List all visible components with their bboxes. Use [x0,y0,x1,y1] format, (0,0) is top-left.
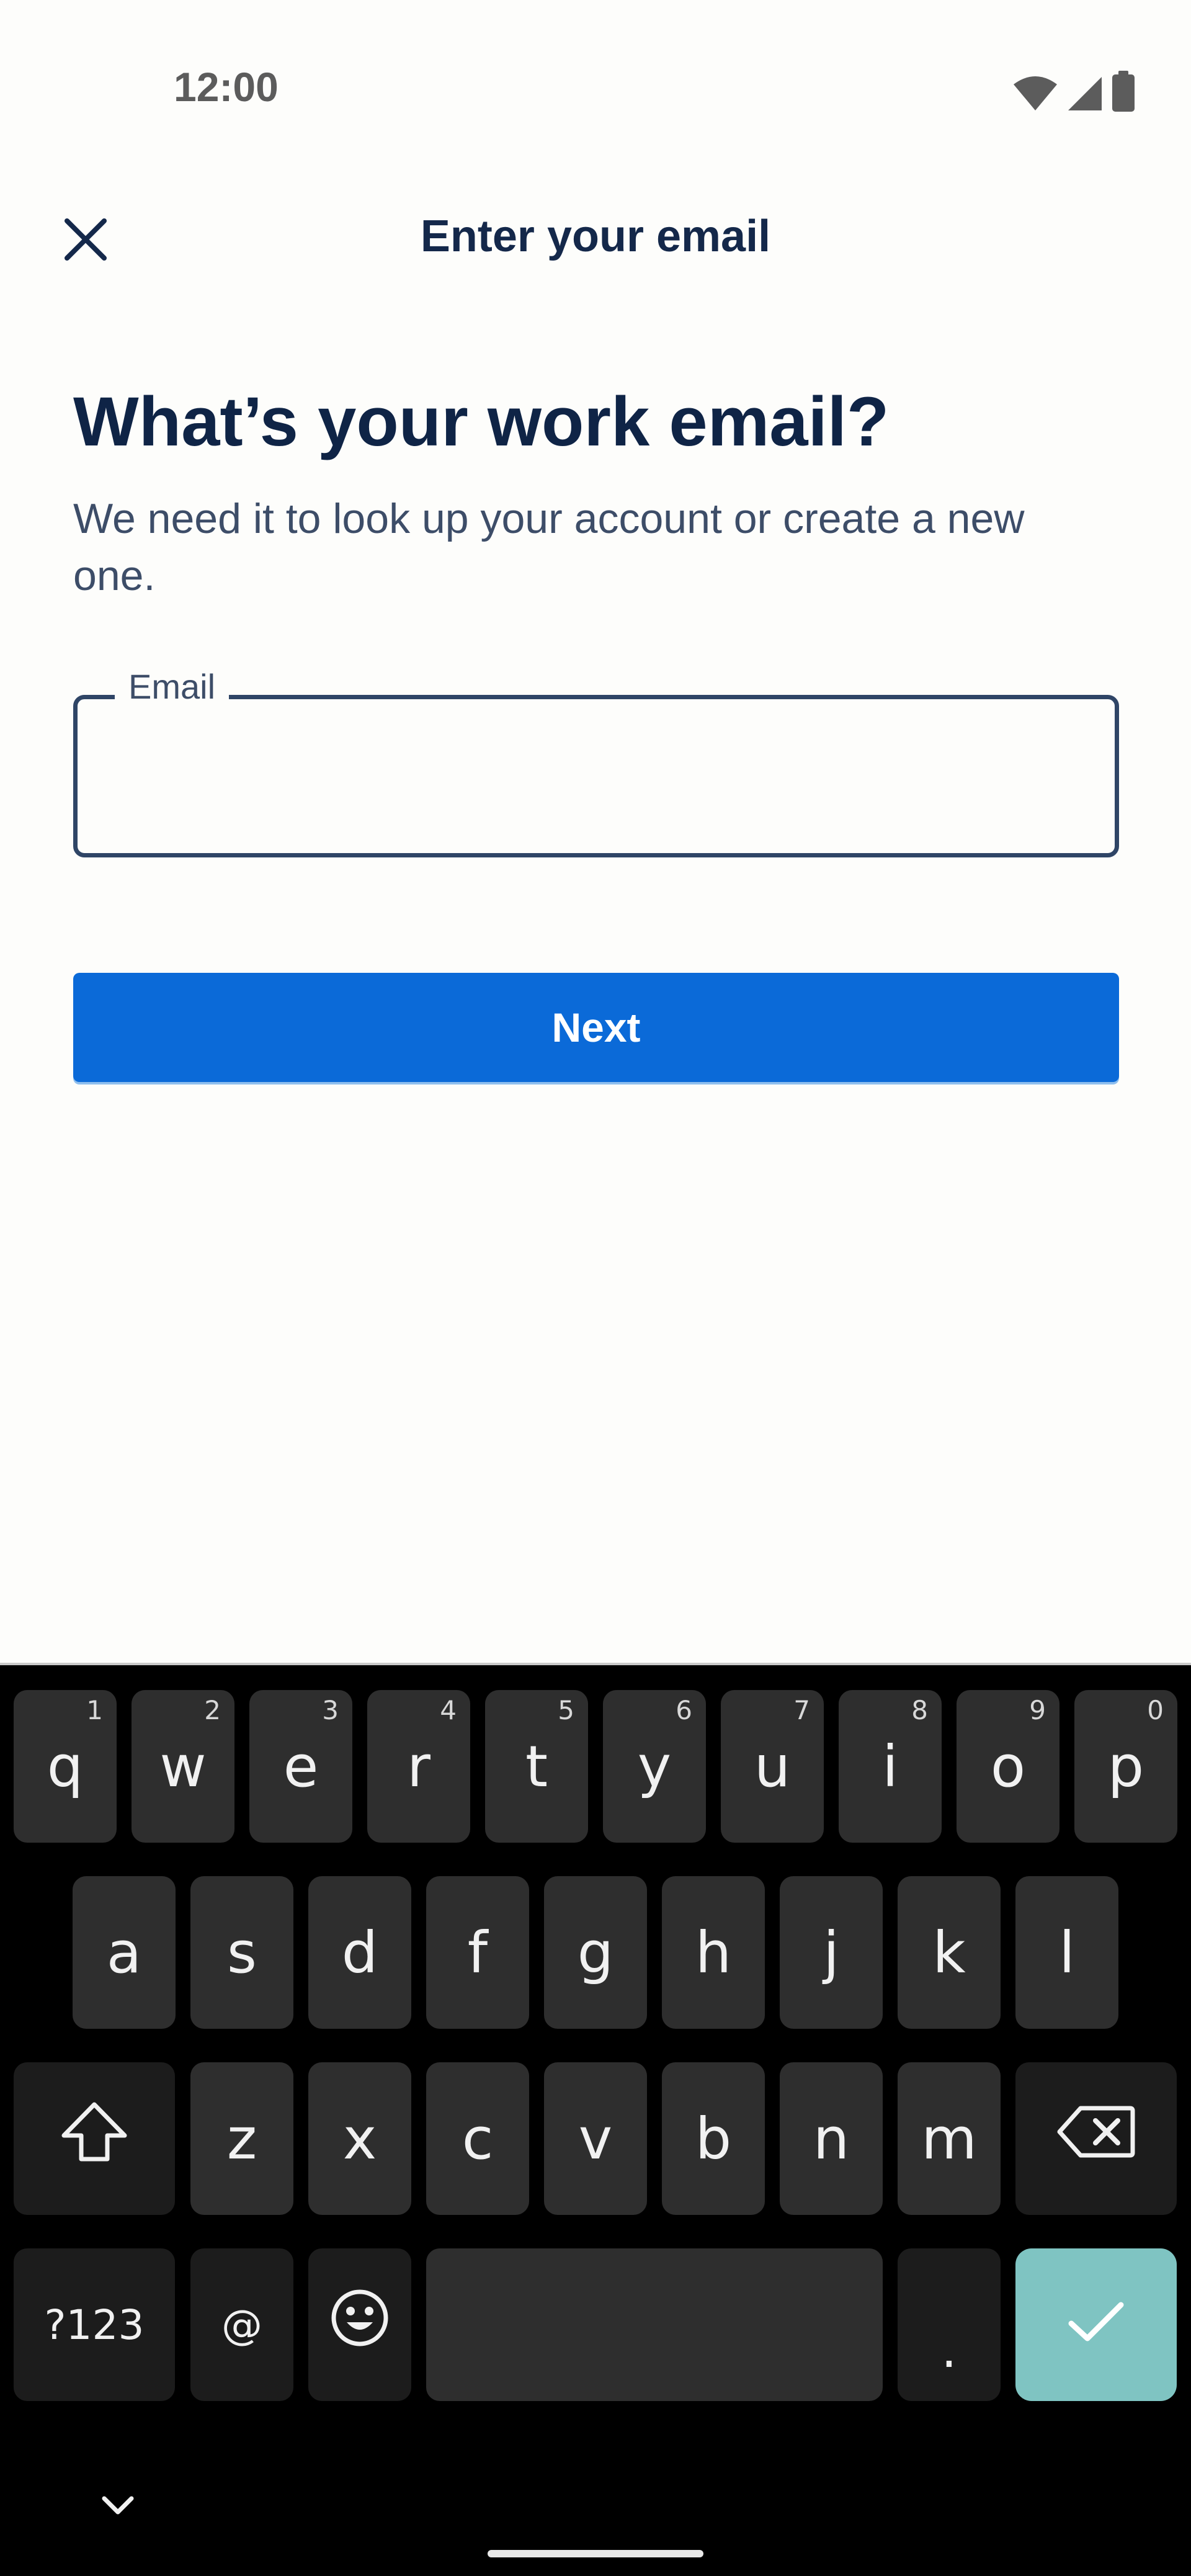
key-hint: 5 [558,1695,574,1725]
key-hint: 3 [322,1695,339,1725]
space-key[interactable] [426,2248,883,2401]
checkmark-icon [1066,2292,1126,2358]
app-bar-title: Enter your email [420,212,771,261]
on-screen-keyboard: 1 q 2 w 3 e 4 r 5 t 6 y 7 u 8 i 9 o 0 p … [0,1663,1191,2576]
key-hint: 9 [1029,1695,1046,1725]
key-label: r [407,1733,430,1800]
emoji-icon [329,2288,390,2362]
key-w[interactable]: 2 w [132,1690,234,1843]
key-u[interactable]: 7 u [721,1690,824,1843]
at-key-label: @ [221,2301,262,2349]
email-field-label: Email [115,663,230,710]
key-hint: 6 [676,1695,692,1725]
key-p[interactable]: 0 p [1074,1690,1177,1843]
email-entry-screen: 12:00 Enter your email What’s your work … [0,0,1191,2576]
key-label: q [47,1733,84,1800]
symbols-key[interactable]: ?123 [14,2248,175,2401]
next-button[interactable]: Next [73,973,1119,1082]
key-hint: 7 [793,1695,810,1725]
shift-icon [60,2101,128,2176]
key-m[interactable]: m [898,2062,1001,2215]
page-heading: What’s your work email? [73,383,890,460]
key-label: y [637,1733,672,1800]
page-subtitle: We need it to look up your account or cr… [73,495,1025,599]
key-label: i [882,1733,898,1800]
key-q[interactable]: 1 q [14,1690,117,1843]
key-c[interactable]: c [426,2062,529,2215]
key-label: o [990,1733,1026,1800]
enter-key[interactable] [1015,2248,1177,2401]
key-hint: 0 [1147,1695,1164,1725]
key-z[interactable]: z [190,2062,293,2215]
key-label: w [159,1733,207,1800]
shift-key[interactable] [14,2062,175,2215]
key-h[interactable]: h [662,1876,765,2029]
backspace-key[interactable] [1015,2062,1177,2215]
key-x[interactable]: x [308,2062,411,2215]
key-j[interactable]: j [780,1876,883,2029]
key-a[interactable]: a [73,1876,176,2029]
backspace-icon [1057,2104,1135,2173]
key-k[interactable]: k [898,1876,1001,2029]
key-label: t [525,1733,548,1800]
key-label: p [1107,1733,1144,1800]
key-hint: 8 [911,1695,928,1725]
key-hint: 4 [440,1695,457,1725]
key-e[interactable]: 3 e [249,1690,352,1843]
key-label: u [754,1733,791,1800]
key-v[interactable]: v [544,2062,647,2215]
hide-keyboard-button[interactable] [93,2482,143,2531]
status-time: 12:00 [174,64,279,110]
key-o[interactable]: 9 o [957,1690,1059,1843]
chevron-down-icon [101,2495,135,2519]
status-bar: 12:00 [0,0,1191,149]
status-icons [1012,68,1135,112]
key-d[interactable]: d [308,1876,411,2029]
key-r[interactable]: 4 r [367,1690,470,1843]
wifi-icon [1012,74,1058,112]
at-key[interactable]: @ [190,2248,293,2401]
key-y[interactable]: 6 y [603,1690,706,1843]
email-input[interactable] [121,736,1079,818]
key-l[interactable]: l [1015,1876,1118,2029]
cellular-signal-icon [1067,76,1103,112]
key-b[interactable]: b [662,2062,765,2215]
period-key-label: . [941,2320,957,2379]
key-hint: 1 [86,1695,103,1725]
key-f[interactable]: f [426,1876,529,2029]
period-key[interactable]: . [898,2248,1001,2401]
symbols-key-label: ?123 [44,2301,145,2349]
key-g[interactable]: g [544,1876,647,2029]
emoji-key[interactable] [308,2248,411,2401]
key-t[interactable]: 5 t [485,1690,588,1843]
email-field[interactable]: Email [73,663,1119,857]
key-label: e [283,1733,319,1800]
gesture-navigation-handle[interactable] [488,2550,703,2557]
top-app-bar: Enter your email [0,186,1191,285]
key-s[interactable]: s [190,1876,293,2029]
battery-icon [1112,71,1135,112]
key-n[interactable]: n [780,2062,883,2215]
key-i[interactable]: 8 i [839,1690,942,1843]
key-hint: 2 [204,1695,221,1725]
